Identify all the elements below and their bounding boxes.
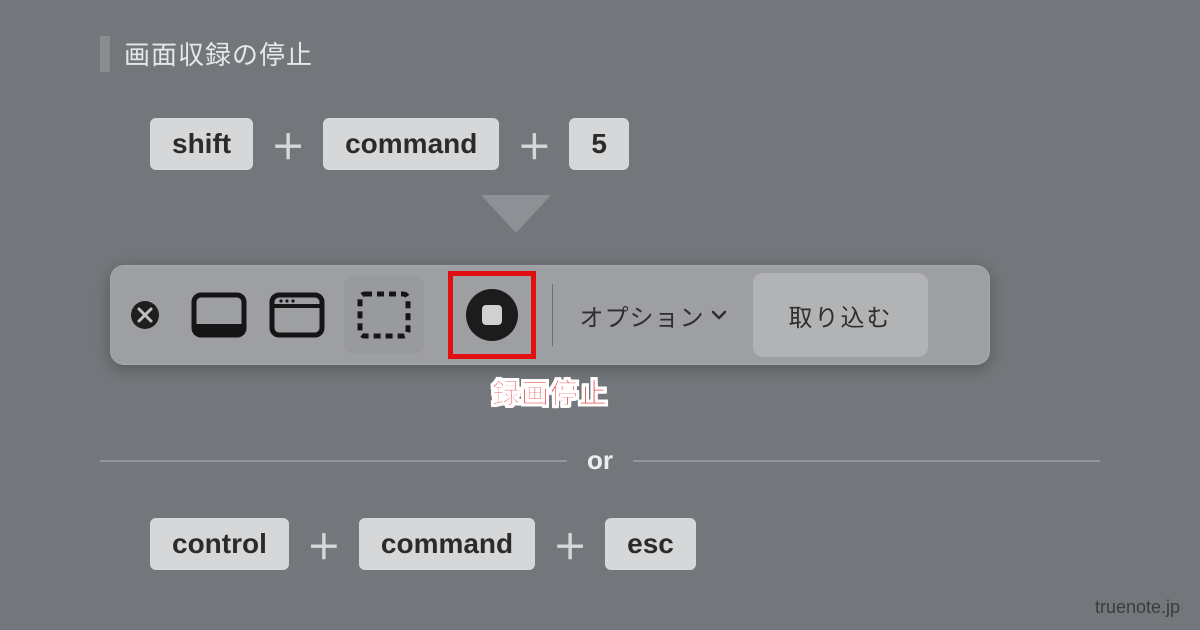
- watermark: truenote.jp: [1095, 597, 1180, 618]
- capture-selection-button[interactable]: [344, 276, 424, 354]
- key-command-2: command: [359, 518, 535, 570]
- key-control: control: [150, 518, 289, 570]
- capture-window-button[interactable]: [258, 265, 336, 365]
- title-accent-bar: [100, 36, 110, 72]
- key-esc: esc: [605, 518, 696, 570]
- stop-icon: [464, 287, 520, 343]
- stop-recording-group: [432, 265, 552, 365]
- capture-button[interactable]: 取り込む: [753, 273, 928, 357]
- screenshot-toolbar: オプション 取り込む: [110, 265, 990, 365]
- divider-line: [100, 460, 567, 462]
- or-label: or: [587, 445, 613, 476]
- stop-recording-highlight: [448, 271, 536, 359]
- close-icon: [130, 300, 160, 330]
- screen-icon: [191, 292, 247, 338]
- chevron-down-icon: [711, 299, 727, 327]
- plus-icon: ＋: [307, 520, 341, 569]
- key-shift: shift: [150, 118, 253, 170]
- shortcut-row-2: control ＋ command ＋ esc: [150, 518, 696, 570]
- stop-recording-button[interactable]: [464, 287, 520, 343]
- options-label: オプション: [580, 298, 705, 333]
- shortcut-row-1: shift ＋ command ＋ 5: [150, 118, 629, 170]
- capture-label: 取り込む: [789, 298, 893, 333]
- divider-line: [633, 460, 1100, 462]
- capture-entire-screen-button[interactable]: [180, 265, 258, 365]
- plus-icon: ＋: [517, 120, 551, 169]
- arrow-down-icon: [476, 190, 556, 243]
- plus-icon: ＋: [271, 120, 305, 169]
- or-divider-row: or: [100, 445, 1100, 476]
- options-dropdown[interactable]: オプション: [553, 265, 753, 365]
- close-button[interactable]: [110, 265, 180, 365]
- plus-icon: ＋: [553, 520, 587, 569]
- window-icon: [269, 292, 325, 338]
- stop-recording-annotation: 録画停止: [492, 372, 608, 412]
- page-title-row: 画面収録の停止: [100, 35, 313, 72]
- page-title: 画面収録の停止: [124, 35, 313, 72]
- selection-icon: [356, 290, 412, 340]
- key-command: command: [323, 118, 499, 170]
- key-5: 5: [569, 118, 629, 170]
